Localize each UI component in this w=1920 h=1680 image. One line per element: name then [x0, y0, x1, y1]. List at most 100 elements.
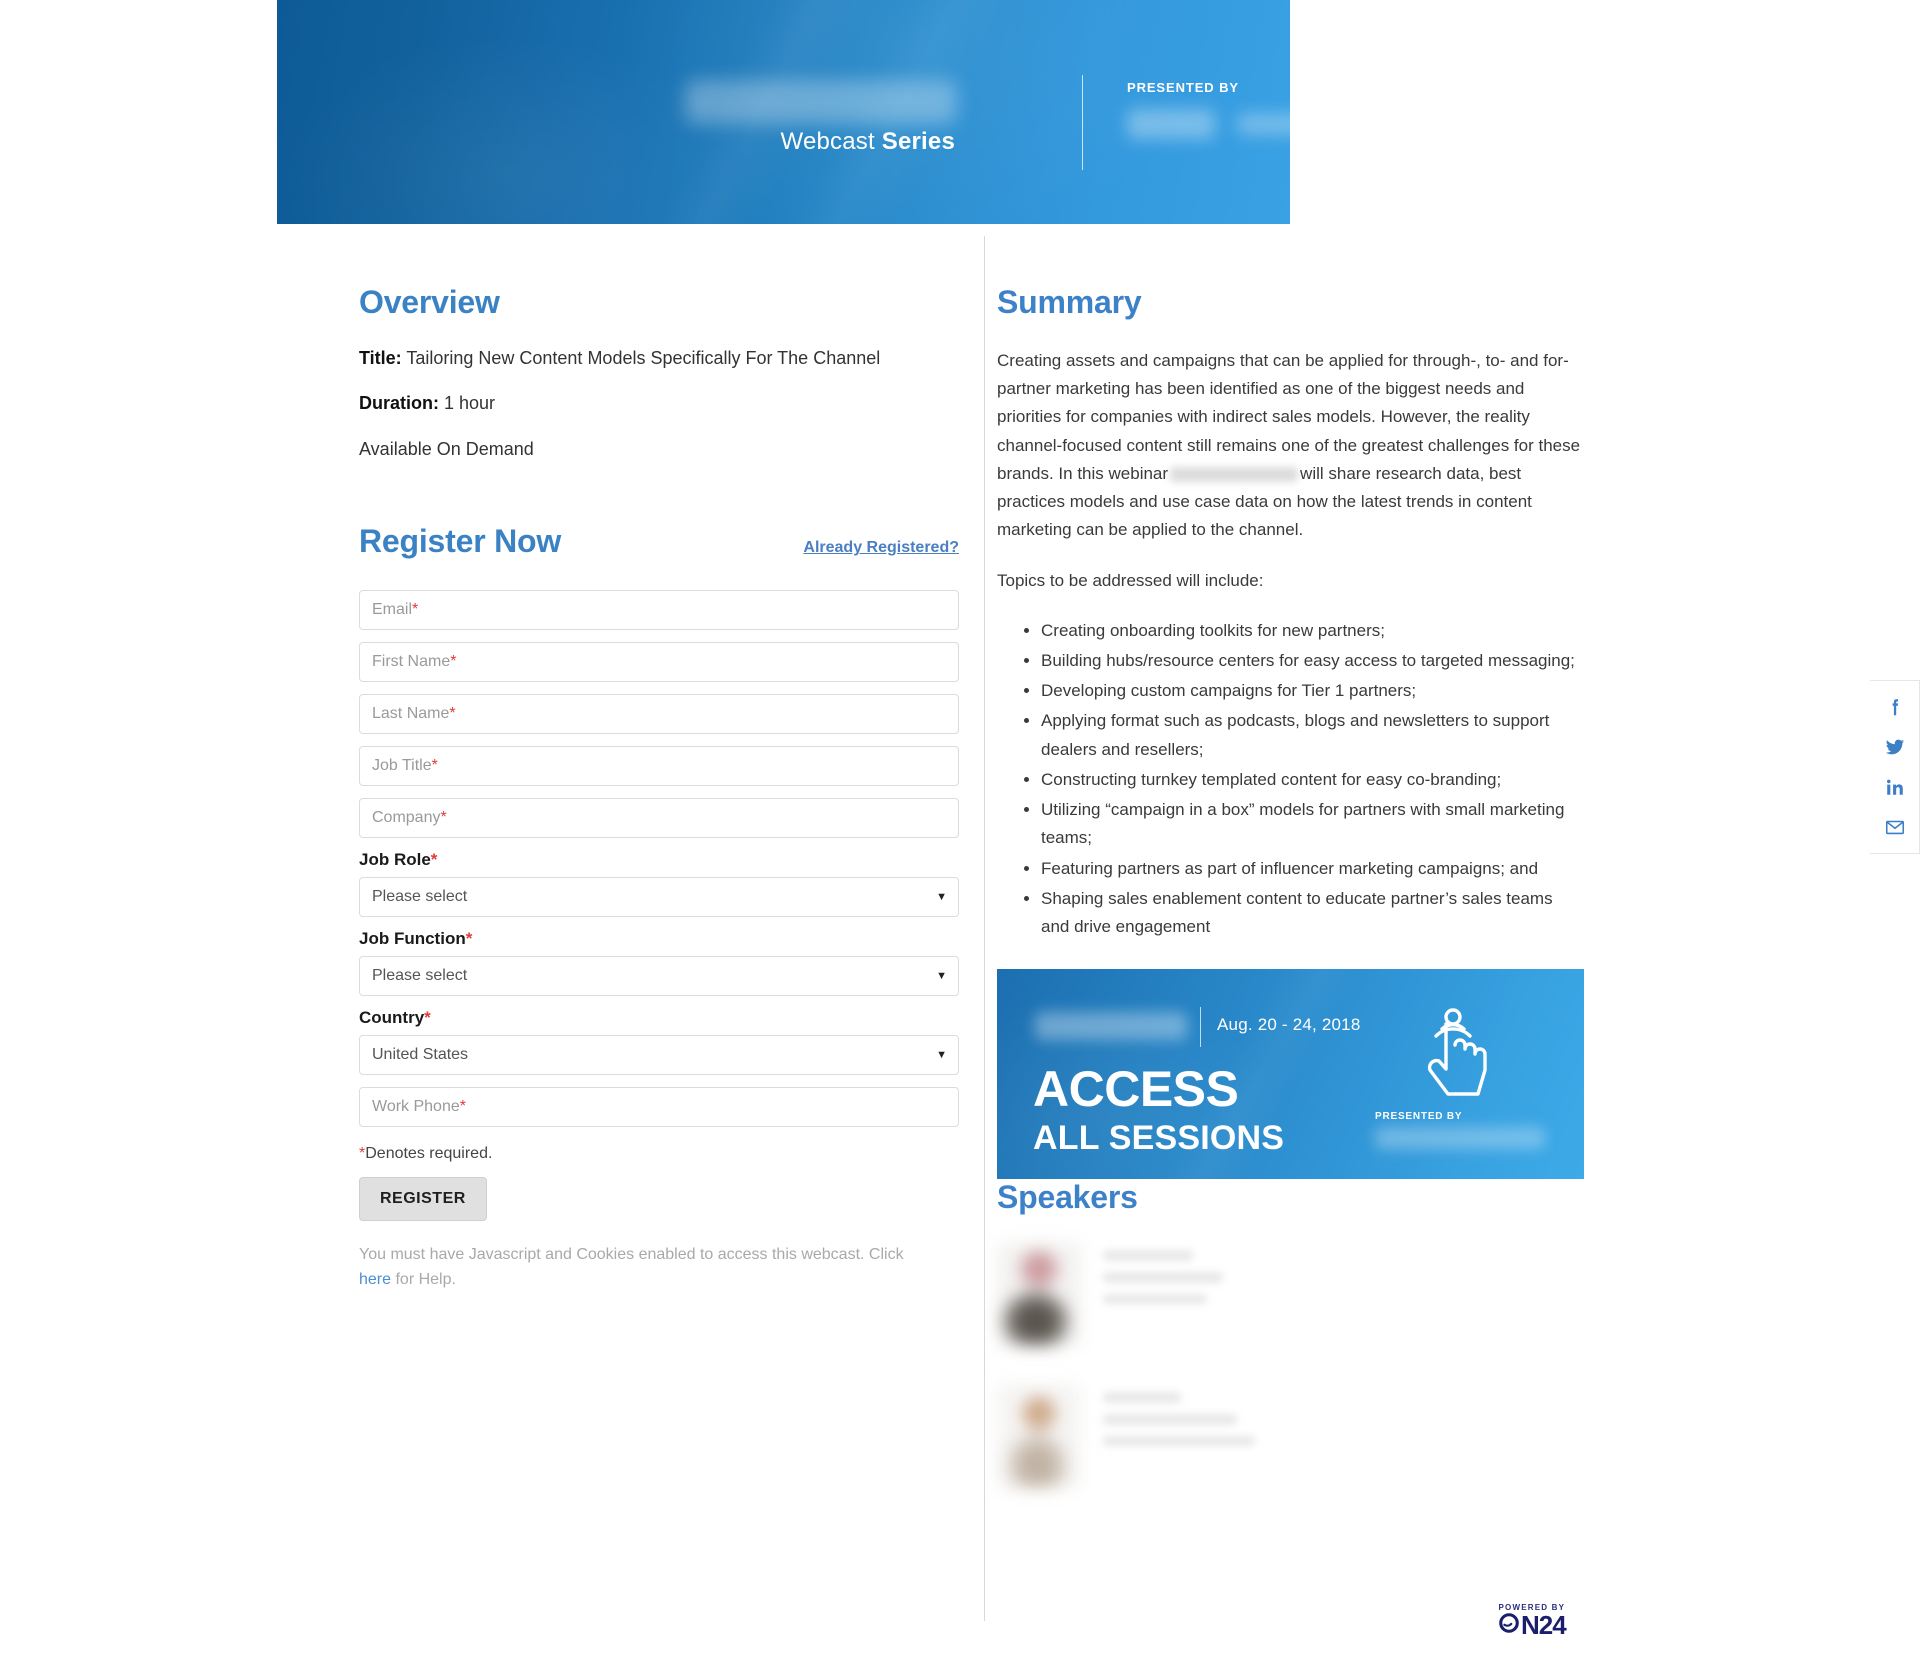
javascript-disclaimer: You must have Javascript and Cookies ena…: [359, 1243, 939, 1293]
banner-brand-block: Webcast Series: [497, 80, 957, 156]
last-name-placeholder: Last Name: [372, 705, 450, 723]
on24-o-icon: [1498, 1612, 1520, 1638]
list-item: Applying format such as podcasts, blogs …: [1041, 707, 1584, 763]
required-note: *Denotes required.: [359, 1145, 959, 1163]
overview-availability: Available On Demand: [359, 438, 534, 459]
access-all-sessions-promo[interactable]: Aug. 20 - 24, 2018 ACCESS ALL SESSIONS P…: [997, 969, 1584, 1180]
work-phone-placeholder: Work Phone: [372, 1098, 460, 1116]
country-select[interactable]: United States ▼: [359, 1035, 959, 1076]
on24-logo: POWERED BY N24: [1498, 1603, 1567, 1640]
redacted-presenter-name: [1170, 466, 1299, 482]
speaker-item: [997, 1242, 1584, 1347]
duration-value: 1 hour: [439, 393, 496, 414]
chevron-down-icon: ▼: [936, 1049, 947, 1062]
required-marker: *: [431, 757, 438, 775]
register-submit-button[interactable]: REGISTER: [359, 1177, 487, 1222]
redacted-promo-partner-logo: [1375, 1127, 1545, 1150]
presented-by-label: PRESENTED BY: [1127, 80, 1239, 95]
disclaimer-text-2: for Help.: [391, 1270, 456, 1288]
job-function-value: Please select: [372, 967, 468, 985]
job-function-select[interactable]: Please select ▼: [359, 956, 959, 997]
required-marker: *: [430, 850, 438, 870]
webcast-series-label: Webcast Series: [497, 128, 957, 156]
redacted-speaker-company: [1103, 1294, 1207, 1305]
linkedin-icon[interactable]: [1883, 775, 1907, 799]
required-marker: *: [424, 1008, 431, 1028]
social-share-rail: [1870, 680, 1920, 854]
already-registered-link[interactable]: Already Registered?: [803, 539, 959, 557]
job-role-label: Job Role*: [359, 850, 959, 870]
first-name-field[interactable]: First Name *: [359, 642, 959, 683]
hand-tap-icon: [1415, 997, 1503, 1106]
overview-heading: Overview: [359, 284, 500, 320]
banner-presented-by-block: PRESENTED BY: [1127, 80, 1290, 139]
company-field[interactable]: Company *: [359, 798, 959, 839]
job-title-placeholder: Job Title: [372, 757, 432, 775]
country-label: Country*: [359, 1008, 959, 1028]
email-field[interactable]: Email *: [359, 590, 959, 631]
last-name-field[interactable]: Last Name *: [359, 694, 959, 735]
webcast-word: Webcast: [780, 128, 882, 155]
speaker-item: [997, 1384, 1584, 1489]
required-marker: *: [459, 1098, 466, 1116]
avatar: [997, 1242, 1081, 1347]
promo-presented-by-label: PRESENTED BY: [1375, 1111, 1463, 1123]
list-item: Shaping sales enablement content to educ…: [1041, 885, 1584, 941]
redacted-speaker-title: [1103, 1414, 1237, 1426]
required-marker: *: [412, 601, 419, 619]
list-item: Developing custom campaigns for Tier 1 p…: [1041, 677, 1584, 705]
help-link[interactable]: here: [359, 1271, 391, 1288]
list-item: Building hubs/resource centers for easy …: [1041, 647, 1584, 675]
chevron-down-icon: ▼: [936, 891, 947, 904]
redacted-brand-logo: [685, 80, 957, 124]
work-phone-field[interactable]: Work Phone *: [359, 1087, 959, 1128]
right-column: Summary Creating assets and campaigns th…: [997, 284, 1584, 1526]
job-function-label-text: Job Function: [359, 929, 466, 949]
avatar: [997, 1384, 1081, 1489]
email-icon[interactable]: [1883, 815, 1907, 839]
promo-headline-secondary: ALL SESSIONS: [1033, 1119, 1285, 1158]
redacted-speaker-company: [1103, 1436, 1255, 1447]
title-label: Title:: [359, 348, 402, 368]
job-function-label: Job Function*: [359, 929, 959, 949]
job-role-select[interactable]: Please select ▼: [359, 877, 959, 918]
list-item: Featuring partners as part of influencer…: [1041, 855, 1584, 883]
job-role-label-text: Job Role: [359, 850, 431, 870]
duration-label: Duration:: [359, 393, 439, 414]
list-item: Constructing turnkey templated content f…: [1041, 766, 1584, 794]
list-item: Creating onboarding toolkits for new par…: [1041, 617, 1584, 645]
required-marker: *: [450, 653, 457, 671]
series-word: Series: [881, 128, 955, 155]
banner-divider: [1082, 75, 1083, 170]
left-column: Overview Title: Tailoring New Content Mo…: [359, 284, 959, 1309]
first-name-placeholder: First Name: [372, 653, 451, 671]
twitter-icon[interactable]: [1883, 735, 1907, 759]
on24-wordmark: N24: [1498, 1610, 1567, 1640]
speaker-details: [1103, 1384, 1255, 1457]
column-divider: [984, 236, 985, 1621]
disclaimer-text-1: You must have Javascript and Cookies ena…: [359, 1246, 904, 1264]
hero-banner: Webcast Series PRESENTED BY: [277, 0, 1290, 224]
summary-paragraph: Creating assets and campaigns that can b…: [997, 347, 1584, 545]
job-role-value: Please select: [372, 888, 468, 906]
registration-form: Email * First Name * Last Name * Job Title *…: [359, 590, 959, 1293]
title-value: Tailoring New Content Models Specificall…: [401, 348, 881, 368]
required-marker: *: [440, 809, 447, 827]
speaker-details: [1103, 1242, 1223, 1315]
topics-list: Creating onboarding toolkits for new par…: [1001, 617, 1584, 941]
job-title-field[interactable]: Job Title *: [359, 746, 959, 787]
required-marker: *: [465, 929, 473, 949]
topics-intro: Topics to be addressed will include:: [997, 570, 1264, 590]
on24-text: N24: [1521, 1610, 1567, 1640]
redacted-speaker-title: [1103, 1272, 1223, 1284]
email-placeholder: Email: [372, 601, 413, 619]
facebook-icon[interactable]: [1883, 695, 1907, 719]
promo-headline-primary: ACCESS: [1033, 1061, 1239, 1118]
redacted-speaker-name: [1103, 1392, 1181, 1404]
register-heading: Register Now: [359, 523, 562, 560]
register-header-row: Register Now Already Registered?: [359, 523, 959, 560]
redacted-event-logo: [1035, 1012, 1187, 1041]
summary-heading: Summary: [997, 284, 1142, 320]
list-item: Utilizing “campaign in a box” models for…: [1041, 796, 1584, 852]
redacted-speaker-name: [1103, 1250, 1193, 1262]
